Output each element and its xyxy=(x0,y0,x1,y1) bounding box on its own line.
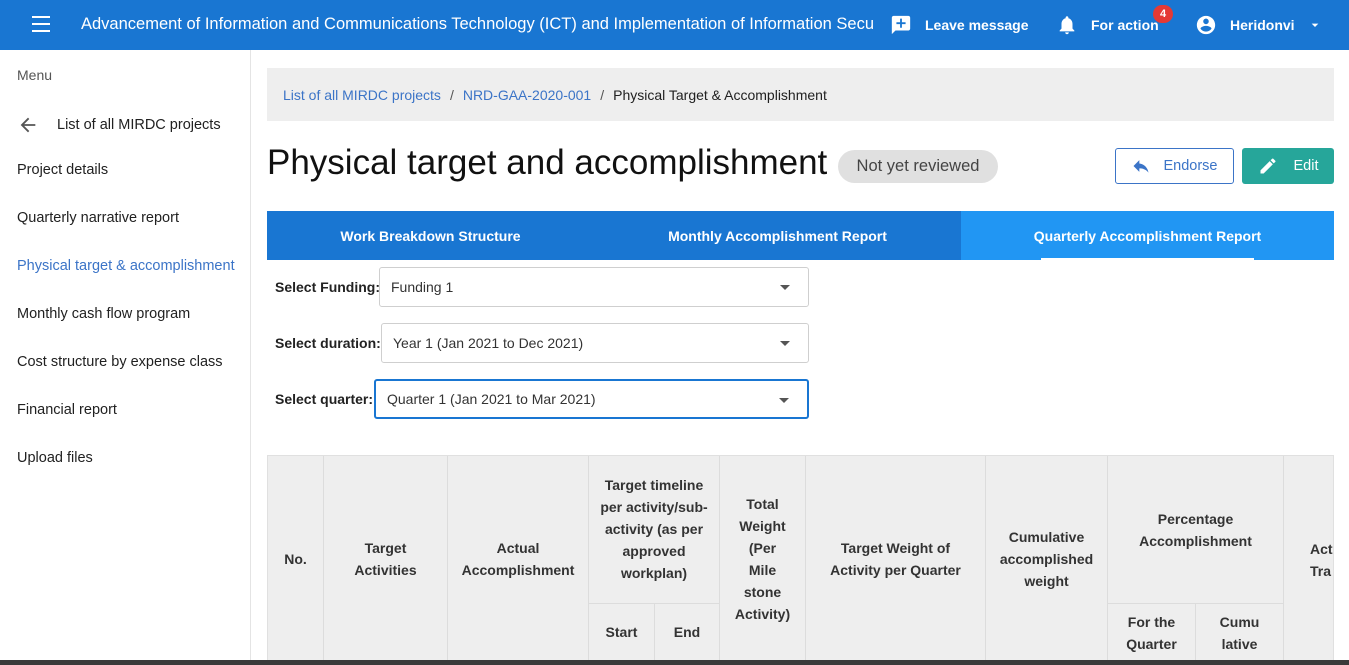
sidebar: Menu List of all MIRDC projects Project … xyxy=(0,50,251,665)
user-menu[interactable]: Heridonvi xyxy=(1195,0,1323,50)
bell-icon xyxy=(1059,16,1075,35)
header-actual-accomplishment: Actual Accomplishment xyxy=(461,539,575,578)
menu-icon[interactable] xyxy=(28,16,54,34)
app-title: Advancement of Information and Communica… xyxy=(81,15,873,33)
sidebar-item-upload-files[interactable]: Upload files xyxy=(17,450,93,466)
funding-label: Select Funding: xyxy=(275,279,380,295)
sidebar-item-cost-structure[interactable]: Cost structure by expense class xyxy=(17,354,223,370)
header-cumulative: Cumu lative xyxy=(1219,614,1260,652)
header-target-weight: Target Weight of Activity per Quarter xyxy=(830,539,961,578)
for-action-button[interactable]: For action xyxy=(1056,0,1159,50)
breadcrumb-projects-link[interactable]: List of all MIRDC projects xyxy=(283,87,441,103)
arrow-back-icon xyxy=(20,117,36,133)
header-start: Start xyxy=(605,623,638,640)
top-app-bar: Advancement of Information and Communica… xyxy=(0,0,1349,50)
endorse-button[interactable]: Endorse xyxy=(1115,148,1234,184)
breadcrumb-separator: / xyxy=(600,86,605,103)
header-action-truncated: Acti Tra xyxy=(1310,541,1334,579)
funding-value: Funding 1 xyxy=(391,279,454,295)
for-action-label: For action xyxy=(1091,17,1159,33)
back-to-projects-link[interactable]: List of all MIRDC projects xyxy=(17,114,221,136)
header-target-activities: Target Activities xyxy=(354,539,417,578)
quarter-select[interactable]: Quarter 1 (Jan 2021 to Mar 2021) xyxy=(374,379,809,419)
dropdown-arrow-icon xyxy=(779,398,789,403)
leave-message-button[interactable]: Leave message xyxy=(890,0,1029,50)
duration-label: Select duration: xyxy=(275,335,381,351)
sidebar-item-financial-report[interactable]: Financial report xyxy=(17,402,117,418)
breadcrumb-separator: / xyxy=(449,86,454,103)
quarter-value: Quarter 1 (Jan 2021 to Mar 2021) xyxy=(387,391,596,407)
breadcrumb-current: Physical Target & Accomplishment xyxy=(613,86,827,103)
accomplishment-table-header: No. Target Activities Actual Accomplishm… xyxy=(267,455,1334,665)
breadcrumb: List of all MIRDC projects / NRD-GAA-202… xyxy=(267,68,1334,121)
status-badge: Not yet reviewed xyxy=(838,150,998,183)
tab-work-breakdown[interactable]: Work Breakdown Structure xyxy=(267,211,594,260)
edit-button[interactable]: Edit xyxy=(1242,148,1334,184)
edit-label: Edit xyxy=(1293,158,1319,174)
account-circle-icon xyxy=(1196,15,1216,35)
tab-quarterly-accomplishment[interactable]: Quarterly Accomplishment Report xyxy=(961,211,1334,260)
sidebar-item-quarterly-narrative[interactable]: Quarterly narrative report xyxy=(17,210,179,226)
add-comment-icon xyxy=(891,15,911,35)
duration-select[interactable]: Year 1 (Jan 2021 to Dec 2021) xyxy=(381,323,809,363)
sidebar-item-monthly-cash-flow[interactable]: Monthly cash flow program xyxy=(17,306,190,322)
sidebar-item-physical-target[interactable]: Physical target & accomplishment xyxy=(17,258,235,274)
chevron-down-icon xyxy=(1311,23,1318,27)
duration-value: Year 1 (Jan 2021 to Dec 2021) xyxy=(393,335,584,351)
tab-monthly-accomplishment[interactable]: Monthly Accomplishment Report xyxy=(594,211,961,260)
endorse-label: Endorse xyxy=(1163,158,1218,174)
header-percentage: Percentage Accomplishment xyxy=(1139,511,1252,549)
reply-icon xyxy=(1133,160,1149,173)
window-bottom-edge xyxy=(0,660,1349,665)
dropdown-arrow-icon xyxy=(780,285,790,290)
back-label: List of all MIRDC projects xyxy=(57,117,221,133)
leave-message-label: Leave message xyxy=(925,17,1029,33)
header-for-the-quarter: For the Quarter xyxy=(1126,614,1177,652)
header-cumulative-weight: Cumulative accomplished weight xyxy=(999,528,1094,589)
header-target-timeline: Target timeline per activity/sub-activit… xyxy=(600,477,708,581)
dropdown-arrow-icon xyxy=(780,341,790,346)
user-name: Heridonvi xyxy=(1230,17,1295,33)
header-end: End xyxy=(673,623,701,640)
pencil-icon xyxy=(1260,158,1276,174)
quarter-label: Select quarter: xyxy=(275,391,374,407)
sidebar-item-project-details[interactable]: Project details xyxy=(17,162,108,178)
menu-label: Menu xyxy=(17,67,53,83)
for-action-count-badge: 4 xyxy=(1153,5,1173,23)
page-title: Physical target and accomplishment xyxy=(267,143,828,182)
report-tabs: Work Breakdown Structure Monthly Accompl… xyxy=(267,211,1334,260)
funding-select[interactable]: Funding 1 xyxy=(379,267,809,307)
breadcrumb-project-link[interactable]: NRD-GAA-2020-001 xyxy=(463,87,591,103)
header-no: No. xyxy=(284,550,307,567)
header-total-weight: Total Weight (Per Mile stone Activity) xyxy=(734,495,791,622)
